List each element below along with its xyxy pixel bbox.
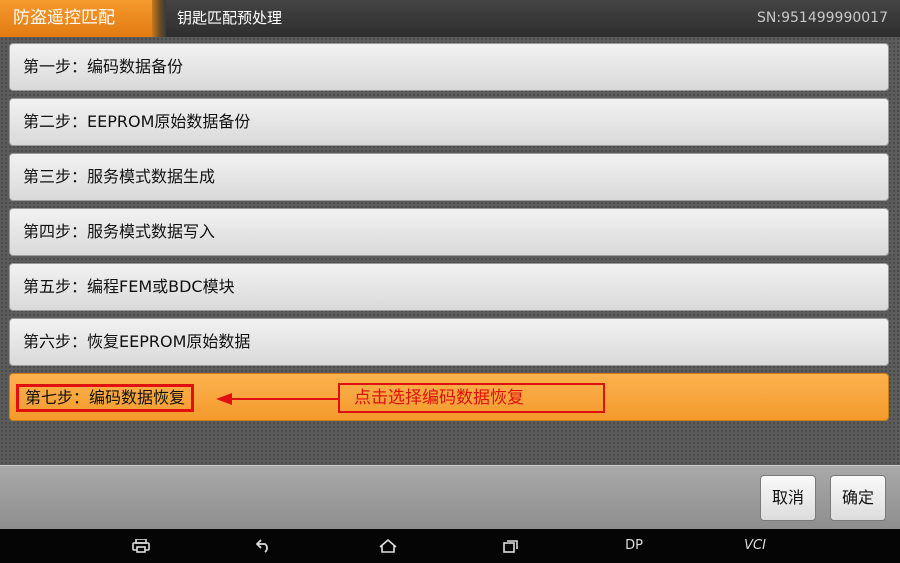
app-title-edge (152, 0, 166, 37)
system-navbar: DP VCI (0, 529, 900, 563)
confirm-button[interactable]: 确定 (830, 475, 886, 521)
cancel-button[interactable]: 取消 (760, 475, 816, 521)
step-list: 第一步：编码数据备份 第二步：EEPROM原始数据备份 第三步：服务模式数据生成… (0, 37, 900, 465)
app-title: 防盗遥控匹配 (0, 0, 152, 37)
step-6-button[interactable]: 第六步：恢复EEPROM原始数据 (9, 318, 889, 366)
vci-button[interactable]: VCI (740, 529, 770, 563)
step-label: 第二步：EEPROM原始数据备份 (23, 112, 251, 131)
step-7-button[interactable]: 第七步：编码数据恢复 点击选择编码数据恢复 (9, 373, 889, 421)
step-1-button[interactable]: 第一步：编码数据备份 (9, 43, 889, 91)
serial-number: SN:951499990017 (757, 10, 888, 26)
page-title: 钥匙匹配预处理 (177, 9, 283, 27)
back-icon[interactable] (256, 529, 276, 563)
dp-button[interactable]: DP (620, 529, 648, 563)
step-label: 第四步：服务模式数据写入 (23, 222, 216, 241)
step-label: 第三步：服务模式数据生成 (23, 167, 216, 186)
title-bar: 防盗遥控匹配 钥匙匹配预处理 SN:951499990017 (0, 0, 900, 37)
print-icon[interactable] (132, 529, 154, 563)
home-icon[interactable] (379, 529, 399, 563)
recents-icon[interactable] (503, 529, 521, 563)
step-label: 第一步：编码数据备份 (23, 57, 184, 76)
step-label: 第六步：恢复EEPROM原始数据 (23, 332, 251, 351)
annotation-callout: 点击选择编码数据恢复 (338, 383, 605, 413)
step-2-button[interactable]: 第二步：EEPROM原始数据备份 (9, 98, 889, 146)
step-3-button[interactable]: 第三步：服务模式数据生成 (9, 153, 889, 201)
step-4-button[interactable]: 第四步：服务模式数据写入 (9, 208, 889, 256)
footer-bar: 取消 确定 (0, 465, 900, 529)
step-5-button[interactable]: 第五步：编程FEM或BDC模块 (9, 263, 889, 311)
step-label: 第五步：编程FEM或BDC模块 (23, 277, 235, 296)
